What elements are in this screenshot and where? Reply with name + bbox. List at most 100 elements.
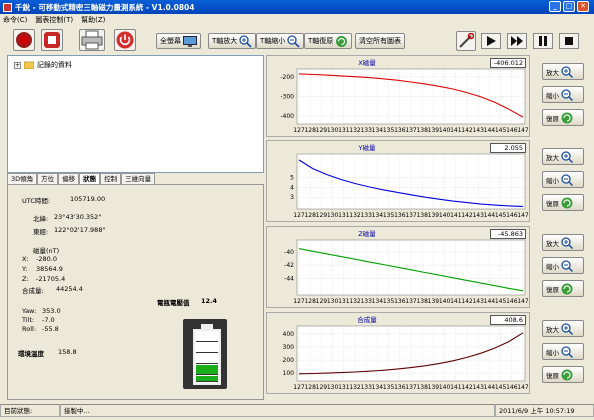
zoom-in-label: 放大	[546, 239, 559, 248]
zoom-out-button[interactable]: 縮小	[542, 86, 584, 103]
recorded-data-tree[interactable]: + 記錄的資料	[7, 55, 264, 173]
x-tick-label: 144	[484, 212, 496, 219]
pause-icon	[539, 36, 547, 46]
total-magnetic-chart: 127 128 129 130 131 132 133 134 135 136 137 138 139 1…	[283, 325, 529, 391]
power-button[interactable]	[114, 29, 136, 51]
x-tick-label: 144	[484, 384, 496, 391]
app-icon	[3, 2, 12, 12]
x-tick-label: 144	[484, 127, 496, 134]
battery-segment	[196, 354, 218, 364]
x-tick-label: 130	[327, 212, 339, 219]
x-tick-label: 141	[450, 212, 462, 219]
restore-icon	[561, 197, 573, 208]
x-tick-label: 147	[517, 298, 529, 305]
zoom-out-label: 縮小	[546, 176, 559, 185]
tree-root-item[interactable]: + 記錄的資料	[14, 60, 72, 70]
t-axis-restore-label: T軸復原	[308, 37, 334, 45]
restore-button[interactable]: 復原	[542, 280, 584, 297]
zoom-in-button[interactable]: 放大	[542, 63, 584, 80]
x-tick-label: 146	[506, 127, 518, 134]
zoom-out-icon	[287, 34, 300, 48]
record-icon	[16, 32, 32, 48]
tab-bearing[interactable]: 方位	[37, 173, 59, 184]
info-tabs: 3D傾角 方位 偏移 狀態 控制 三維向量	[7, 173, 264, 184]
zoom-in-button[interactable]: 放大	[542, 148, 584, 165]
y-tick-label: -42	[284, 262, 294, 269]
fullscreen-button[interactable]: 全螢幕	[156, 33, 201, 49]
restore-label: 復原	[546, 285, 559, 294]
x-tick-label: 146	[506, 384, 518, 391]
x-tick-label: 131	[338, 127, 350, 134]
utc-label: UTC時間:	[22, 197, 51, 205]
fast-forward-button[interactable]	[507, 33, 527, 49]
zoom-in-button[interactable]: 放大	[542, 234, 584, 251]
menu-command[interactable]: 命令(C)	[3, 15, 27, 25]
restore-button[interactable]: 復原	[542, 366, 584, 383]
zoom-out-button[interactable]: 縮小	[542, 171, 584, 188]
tab-status[interactable]: 狀態	[79, 173, 101, 184]
monitor-icon	[183, 35, 197, 47]
zoom-in-label: 放大	[546, 153, 559, 162]
maximize-button[interactable]: □	[563, 1, 575, 12]
x-tick-label: 139	[428, 127, 440, 134]
power-icon	[116, 31, 134, 49]
x-tick-label: 127	[293, 212, 305, 219]
ambient-temp-value: 158.8	[58, 348, 77, 356]
x-tick-label: 129	[316, 384, 328, 391]
x-tick-label: 128	[304, 384, 316, 391]
x-tick-label: 139	[428, 298, 440, 305]
roll-value: -55.8	[42, 325, 59, 333]
x-tick-label: 144	[484, 298, 496, 305]
restore-button[interactable]: 復原	[542, 109, 584, 126]
zoom-out-button[interactable]: 縮小	[542, 257, 584, 274]
zoom-in-icon	[561, 236, 573, 249]
tab-offset[interactable]: 偏移	[58, 173, 80, 184]
x-tick-label: 140	[439, 127, 451, 134]
latitude-value: 23°43'30.352"	[54, 213, 102, 221]
y-tick-label: 100	[283, 370, 295, 377]
stop-playback-button[interactable]	[559, 33, 579, 49]
menu-chart-control[interactable]: 圖表控制(T)	[35, 15, 73, 25]
t-axis-zoom-out-label: T軸縮小	[260, 37, 286, 45]
restore-icon	[561, 369, 573, 380]
restore-icon	[561, 283, 573, 294]
longitude-label: 東經:	[33, 228, 49, 236]
play-button[interactable]	[481, 33, 501, 49]
x-tick-label: 133	[360, 127, 372, 134]
print-button[interactable]	[79, 29, 105, 51]
x-tick-label: 145	[495, 384, 507, 391]
t-axis-restore-button[interactable]: T軸復原	[304, 33, 353, 49]
zoom-in-button[interactable]: 放大	[542, 320, 584, 337]
x-tick-label: 139	[428, 212, 440, 219]
zoom-out-button[interactable]: 縮小	[542, 343, 584, 360]
x-tick-label: 140	[439, 298, 451, 305]
latitude-label: 北緯:	[33, 215, 49, 223]
yaw-value: 353.0	[42, 307, 61, 315]
tab-3d-tilt[interactable]: 3D傾角	[7, 173, 38, 184]
menu-help[interactable]: 幫助(Z)	[81, 15, 105, 25]
toolbar: 全螢幕 T軸放大 T軸縮小 T軸復原 清空所有圖表	[0, 27, 594, 55]
x-tick-label: 138	[416, 384, 428, 391]
x-tick-label: 145	[495, 212, 507, 219]
x-tick-label: 145	[495, 127, 507, 134]
t-axis-zoom-in-button[interactable]: T軸放大	[208, 33, 257, 49]
tab-3d-vector[interactable]: 三維向量	[121, 173, 156, 184]
restore-button[interactable]: 復原	[542, 194, 584, 211]
minimize-button[interactable]: _	[549, 1, 561, 12]
x-tick-label: 142	[461, 127, 473, 134]
expand-icon[interactable]: +	[14, 61, 21, 69]
stop-button[interactable]	[41, 29, 63, 51]
record-button[interactable]	[13, 29, 35, 51]
settings-button[interactable]	[456, 31, 476, 51]
tab-control[interactable]: 控制	[100, 173, 122, 184]
y-tick-label: -44	[284, 275, 294, 282]
clear-all-charts-button[interactable]: 清空所有圖表	[355, 33, 405, 49]
longitude-value: 122°02'17.988"	[54, 226, 106, 234]
pause-button[interactable]	[533, 33, 553, 49]
zoom-out-label: 縮小	[546, 262, 559, 271]
x-tick-label: 130	[327, 127, 339, 134]
printer-icon	[81, 30, 103, 50]
t-axis-zoom-in-label: T軸放大	[212, 37, 238, 45]
t-axis-zoom-out-button[interactable]: T軸縮小	[256, 33, 305, 49]
close-button[interactable]: ✕	[577, 1, 589, 12]
